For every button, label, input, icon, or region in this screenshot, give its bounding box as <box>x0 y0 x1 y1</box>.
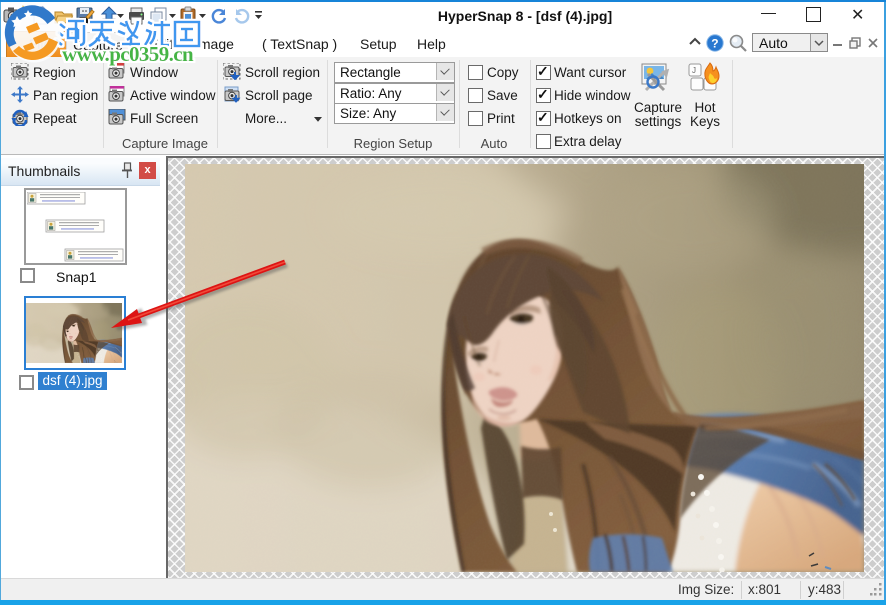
svg-text:?: ? <box>711 37 718 51</box>
svg-text:www.pc0359.cn: www.pc0359.cn <box>62 42 194 66</box>
svg-text:J: J <box>692 66 696 75</box>
